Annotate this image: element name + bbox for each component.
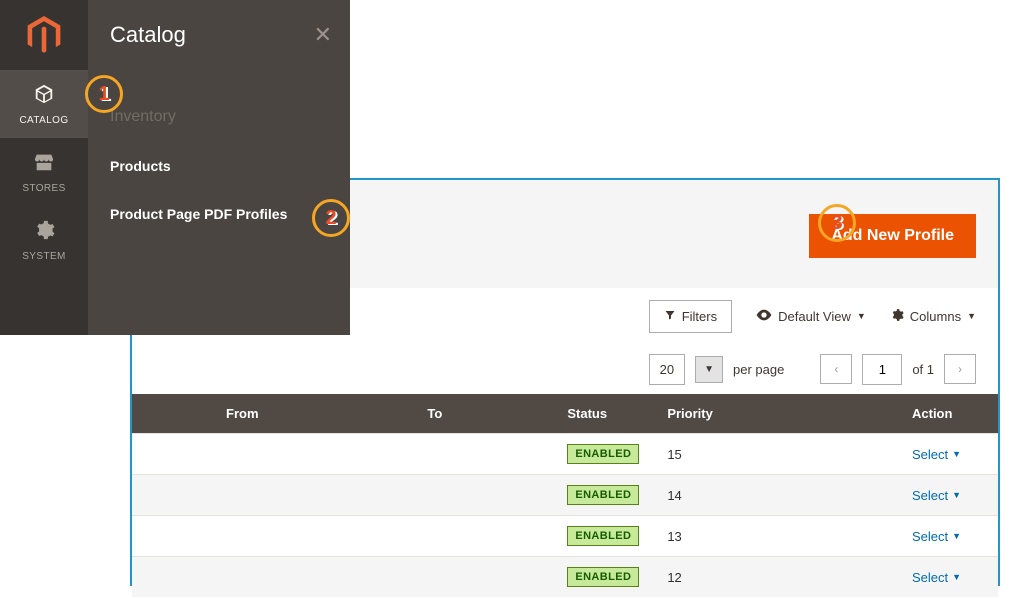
nav-catalog[interactable]: CATALOG	[0, 70, 88, 138]
funnel-icon	[664, 309, 676, 324]
filters-button[interactable]: Filters	[649, 300, 732, 333]
col-header-blank[interactable]	[132, 394, 212, 434]
storefront-icon	[33, 151, 55, 179]
flyout-link-product-page-pdf-profiles[interactable]: Product Page PDF Profiles	[110, 206, 328, 222]
columns-label: Columns	[910, 309, 961, 324]
gear-icon	[890, 308, 904, 325]
caret-down-icon: ▼	[857, 311, 866, 321]
table-row[interactable]: ENABLED 13 Select▼	[132, 516, 998, 557]
table-row[interactable]: ENABLED 12 Select▼	[132, 557, 998, 598]
flyout-link-products[interactable]: Products	[110, 158, 328, 174]
page-total-label: of 1	[912, 362, 934, 377]
page-size-control[interactable]: 20 ▼	[649, 354, 723, 385]
admin-nav-rail: CATALOG STORES SYSTEM	[0, 0, 88, 335]
eye-icon	[756, 309, 772, 324]
caret-down-icon: ▼	[952, 531, 961, 541]
nav-label: STORES	[22, 183, 65, 194]
caret-down-icon: ▼	[952, 449, 961, 459]
gear-icon	[33, 219, 55, 247]
row-action-select[interactable]: Select▼	[912, 529, 961, 544]
page-size-value: 20	[649, 354, 685, 385]
prev-page-button[interactable]: ‹	[820, 354, 852, 384]
filters-label: Filters	[682, 309, 717, 324]
col-header-from[interactable]: From	[212, 394, 413, 434]
nav-label: CATALOG	[19, 115, 68, 126]
table-row[interactable]: ENABLED 15 Select▼	[132, 434, 998, 475]
caret-down-icon: ▼	[952, 572, 961, 582]
row-action-select[interactable]: Select▼	[912, 447, 961, 462]
table-row[interactable]: ENABLED 14 Select▼	[132, 475, 998, 516]
priority-cell: 15	[653, 434, 898, 475]
default-view-dropdown[interactable]: Default View ▼	[756, 309, 866, 324]
close-icon[interactable]: ✕	[314, 22, 332, 48]
magento-logo-icon[interactable]	[0, 0, 88, 70]
page-number-input[interactable]	[862, 354, 902, 385]
priority-cell: 12	[653, 557, 898, 598]
pager-bar: 20 ▼ per page ‹ of 1 ›	[132, 344, 998, 394]
callout-2: 22	[312, 199, 350, 237]
flyout-section-inventory: Inventory	[110, 108, 328, 126]
nav-system[interactable]: SYSTEM	[0, 206, 88, 274]
status-badge: ENABLED	[567, 444, 639, 464]
catalog-flyout: Catalog ✕ Inventory Products Product Pag…	[88, 0, 350, 335]
default-view-label: Default View	[778, 309, 851, 324]
nav-stores[interactable]: STORES	[0, 138, 88, 206]
cube-icon	[33, 83, 55, 111]
columns-dropdown[interactable]: Columns ▼	[890, 308, 976, 325]
callout-3: 33	[818, 204, 856, 242]
col-header-to[interactable]: To	[413, 394, 553, 434]
nav-label: SYSTEM	[22, 251, 66, 262]
col-header-status[interactable]: Status	[553, 394, 653, 434]
status-badge: ENABLED	[567, 485, 639, 505]
caret-down-icon: ▼	[952, 490, 961, 500]
callout-1: 11	[85, 75, 123, 113]
col-header-action[interactable]: Action	[898, 394, 998, 434]
page-size-dropdown-toggle[interactable]: ▼	[695, 356, 723, 383]
profiles-grid: From To Status Priority Action ENABLED 1…	[132, 394, 998, 597]
per-page-label: per page	[733, 362, 784, 377]
priority-cell: 13	[653, 516, 898, 557]
col-header-priority[interactable]: Priority	[653, 394, 898, 434]
row-action-select[interactable]: Select▼	[912, 488, 961, 503]
row-action-select[interactable]: Select▼	[912, 570, 961, 585]
status-badge: ENABLED	[567, 567, 639, 587]
priority-cell: 14	[653, 475, 898, 516]
caret-down-icon: ▼	[967, 311, 976, 321]
next-page-button[interactable]: ›	[944, 354, 976, 384]
status-badge: ENABLED	[567, 526, 639, 546]
flyout-title: Catalog	[110, 0, 328, 58]
